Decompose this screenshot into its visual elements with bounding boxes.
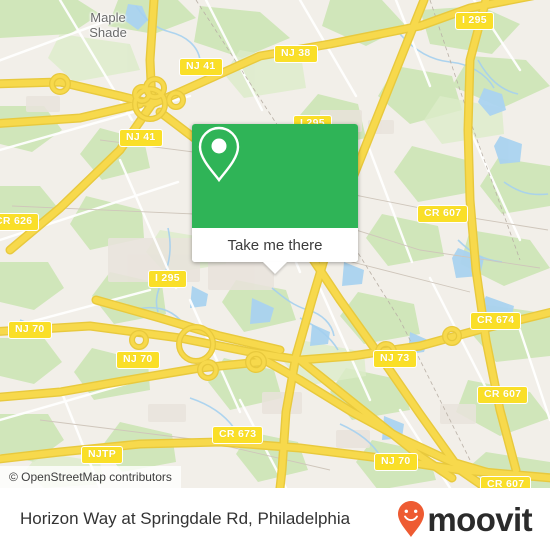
road-shield-nj73[interactable]: NJ 73 [373,350,417,368]
road-shield-nj70-mid[interactable]: NJ 70 [116,351,160,369]
take-me-there-popup[interactable]: Take me there [192,124,358,274]
road-shield-cr607-bottom[interactable]: CR 607 [480,476,532,488]
road-shield-cr673[interactable]: CR 673 [212,426,264,444]
road-shield-nj41-upper[interactable]: NJ 41 [179,58,223,76]
place-label-maple-shade: Maple Shade [68,10,148,40]
moovit-wordmark: moovit [427,500,532,538]
attribution-text: © OpenStreetMap contributors [9,470,172,484]
road-shield-i295-top[interactable]: I 295 [455,12,494,30]
footer-bar: Horizon Way at Springdale Rd, Philadelph… [0,488,550,550]
road-shield-njtp[interactable]: NJTP [81,446,124,464]
road-shield-cr607-lower[interactable]: CR 607 [477,386,529,404]
popup-cta[interactable]: Take me there [192,228,358,262]
road-shield-nj38[interactable]: NJ 38 [274,45,318,63]
moovit-logo[interactable]: moovit [396,500,533,538]
map-attribution[interactable]: © OpenStreetMap contributors [0,466,181,488]
map-pin-icon [198,126,240,183]
popup-image-area [192,124,358,228]
road-shield-nj70-bottom[interactable]: NJ 70 [374,453,418,471]
road-shield-cr626[interactable]: CR 626 [0,213,40,231]
popup-tail [263,262,287,274]
road-shield-nj41-left[interactable]: NJ 41 [119,129,163,147]
moovit-smiley-pin-icon [398,501,425,537]
map-canvas[interactable]: .g{fill:#cfe6b8} .gl{fill:#dcecc9} .w{fi… [0,0,550,488]
map-screenshot: .g{fill:#cfe6b8} .gl{fill:#dcecc9} .w{fi… [0,0,550,550]
road-shield-i295-mid[interactable]: I 295 [148,270,187,288]
road-shield-cr674[interactable]: CR 674 [470,312,522,330]
popup-cta-label: Take me there [227,236,323,254]
road-shield-cr607-right[interactable]: CR 607 [417,205,469,223]
road-shield-nj70-left[interactable]: NJ 70 [8,321,52,339]
station-title: Horizon Way at Springdale Rd, Philadelph… [20,509,351,528]
place-label-line-2: Shade [89,25,127,40]
place-label-line-1: Maple [90,10,126,25]
